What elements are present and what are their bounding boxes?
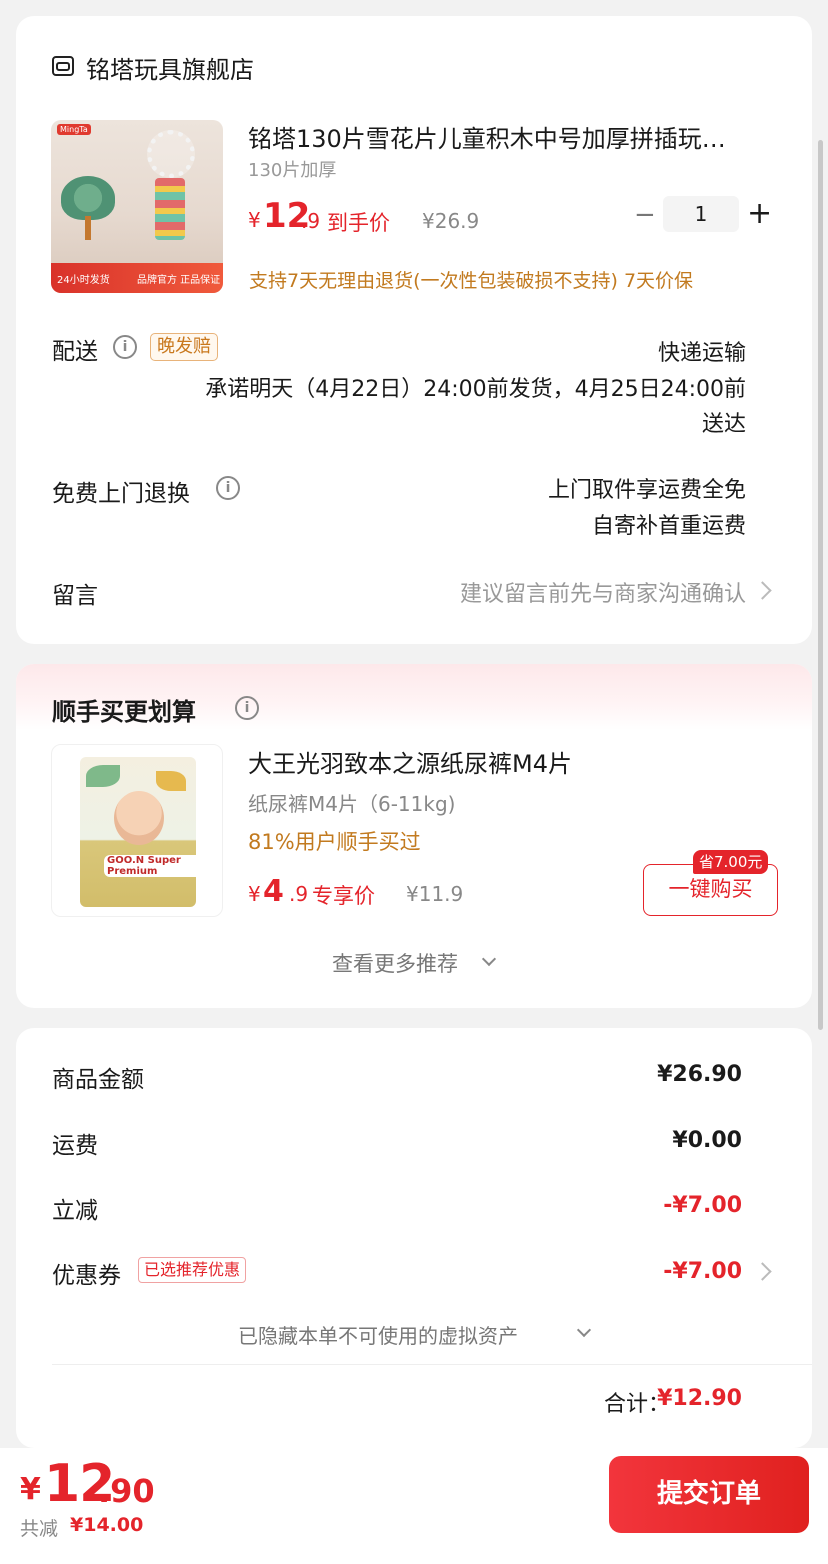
original-price: ¥26.9 (422, 209, 480, 233)
return-policy-line2: 自寄补首重运费 (591, 514, 746, 539)
recommended-product-spec[interactable]: 纸尿裤M4片（6-11kg) (248, 788, 455, 817)
price-summary-card: 商品金额 ¥26.90 运费 ¥0.00 立减 -¥7.00 优惠券 已选推荐优… (16, 1028, 812, 1448)
recommendation-title: 顺手买更划算 (52, 698, 196, 726)
subtotal-value: ¥26.90 (657, 1062, 742, 1087)
chevron-down-icon[interactable] (576, 1322, 592, 1338)
leaf-graphic (86, 765, 120, 787)
reco-price-label: 专享价 (312, 884, 375, 908)
snowflake-block-graphic (147, 130, 195, 178)
block-tower-graphic (155, 178, 185, 240)
price-decimal: .9 (301, 209, 321, 233)
leaf-graphic (156, 771, 186, 791)
more-recommendations-link[interactable]: 查看更多推荐 (332, 948, 458, 978)
recommended-product-title[interactable]: 大王光羽致本之源纸尿裤M4片 (248, 744, 572, 779)
product-title[interactable]: 铭塔130片雪花片儿童积木中号加厚拼插玩… (248, 119, 768, 154)
instant-discount-value: -¥7.00 (663, 1193, 742, 1218)
product-image-badge-bar: 24小时发货 品牌官方 正品保证 (51, 263, 223, 293)
reco-price-integer: 4 (263, 874, 284, 909)
free-return-label: 免费上门退换 (52, 481, 190, 507)
submit-order-button[interactable]: 提交订单 (609, 1456, 809, 1533)
instant-discount-label: 立减 (52, 1198, 98, 1224)
price-label: 到手价 (327, 211, 390, 235)
diaper-brand-logo: GOO.N Super Premium (104, 855, 222, 877)
total-saved-label: 共减 (20, 1518, 59, 1540)
delivery-method: 快递运输 (657, 341, 746, 366)
pay-price-currency: ¥ (20, 1472, 41, 1507)
delivery-promise-line1: 承诺明天（4月22日）24:00前发货，4月25日24:00前 (205, 377, 746, 402)
reco-price-currency: ¥ (248, 882, 261, 906)
product-brand-logo: MingTa (57, 124, 91, 135)
image-badge-shipping: 24小时发货 (57, 275, 110, 286)
recommendation-card: 顺手买更划算 i GOO.N Super Premium 大王光羽致本之源纸尿裤… (16, 664, 812, 1008)
total-saved-value: ¥14.00 (70, 1514, 144, 1536)
reco-price-decimal: .9 (289, 882, 309, 906)
delivery-promise-line2: 送达 (701, 412, 746, 437)
image-badge-official: 品牌官方 正品保证 (137, 275, 221, 286)
delivery-label: 配送 (52, 339, 98, 365)
total-value: ¥12.90 (657, 1386, 742, 1411)
reco-original-price: ¥11.9 (406, 882, 464, 906)
coupon-label[interactable]: 优惠券 (52, 1256, 121, 1290)
pay-price-decimal: .90 (98, 1472, 155, 1510)
quantity-decrease-button[interactable]: − (634, 200, 656, 230)
bought-together-rate: 81%用户顺手买过 (248, 830, 421, 854)
coupon-selected-tag[interactable]: 已选推荐优惠 (138, 1257, 247, 1283)
block-tree-graphic (61, 176, 115, 220)
hidden-assets-note[interactable]: 已隐藏本单不可使用的虚拟资产 (238, 1320, 518, 1349)
delivery-info-icon[interactable]: i (113, 335, 137, 359)
quantity-input[interactable]: 1 (663, 196, 739, 232)
divider (52, 1364, 812, 1365)
block-tree-trunk-graphic (85, 216, 91, 240)
product-spec[interactable]: 130片加厚 (248, 156, 336, 182)
message-label: 留言 (52, 583, 98, 609)
shipping-label: 运费 (52, 1133, 98, 1159)
chevron-right-icon[interactable] (753, 581, 772, 600)
return-guarantee-text: 支持7天无理由退货(一次性包装破损不支持) 7天价保 (249, 270, 694, 292)
recommended-product-image[interactable]: GOO.N Super Premium (51, 744, 223, 917)
subtotal-label: 商品金额 (52, 1067, 144, 1093)
baby-graphic (114, 791, 164, 845)
store-card: 铭塔玩具旗舰店 MingTa 24小时发货 品牌官方 正品保证 铭塔130片雪花… (16, 16, 812, 644)
product-image[interactable]: MingTa 24小时发货 品牌官方 正品保证 (51, 120, 223, 293)
quantity-increase-button[interactable]: + (747, 196, 772, 231)
shipping-value: ¥0.00 (672, 1128, 742, 1153)
chevron-down-icon[interactable] (481, 951, 497, 967)
store-name[interactable]: 铭塔玩具旗舰店 (86, 50, 254, 85)
bottom-checkout-bar: ¥ 12 .90 共减 ¥14.00 提交订单 (0, 1448, 828, 1564)
message-input[interactable]: 建议留言前先与商家沟通确认 (460, 576, 746, 608)
coupon-value[interactable]: -¥7.00 (663, 1259, 742, 1284)
late-compensation-tag: 晚发赔 (150, 333, 218, 361)
chevron-right-icon[interactable] (753, 1262, 772, 1281)
store-icon (52, 56, 74, 76)
save-amount-badge: 省7.00元 (693, 850, 769, 874)
return-policy-line1: 上门取件享运费全免 (547, 478, 746, 503)
return-info-icon[interactable]: i (216, 476, 240, 500)
scrollbar[interactable] (818, 140, 823, 1030)
recommendation-info-icon[interactable]: i (235, 696, 259, 720)
price-currency: ¥ (248, 208, 261, 232)
